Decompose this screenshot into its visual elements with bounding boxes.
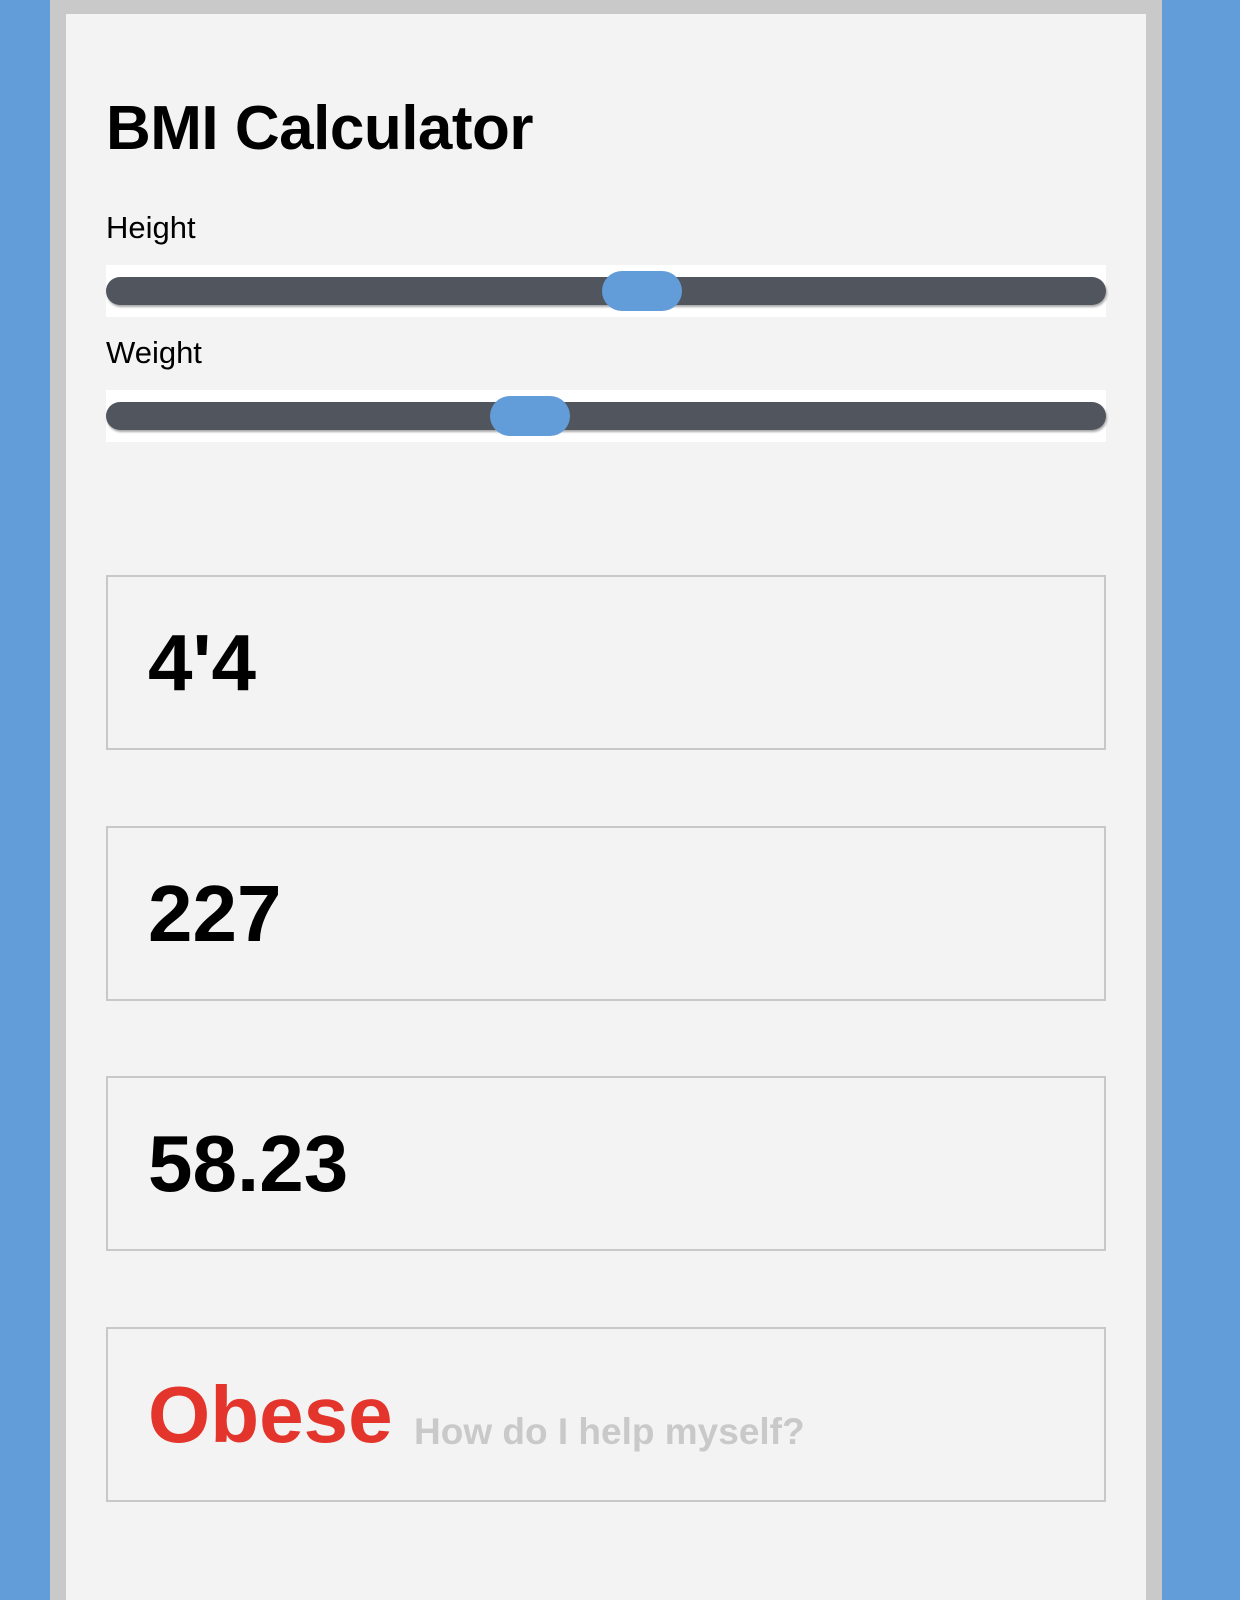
category-result-box: Obese How do I help myself?: [106, 1327, 1106, 1502]
weight-label: Weight: [106, 335, 202, 370]
weight-slider-thumb[interactable]: [490, 396, 570, 436]
weight-slider[interactable]: [106, 390, 1106, 442]
bmi-result-box: 58.23: [106, 1076, 1106, 1251]
bmi-value: 58.23: [148, 1119, 349, 1208]
height-slider[interactable]: [106, 265, 1106, 317]
weight-value: 227: [148, 869, 282, 958]
height-value: 4'4: [148, 618, 257, 707]
help-link[interactable]: How do I help myself?: [414, 1413, 805, 1450]
weight-result-box: 227: [106, 826, 1106, 1001]
weight-slider-track[interactable]: [106, 402, 1106, 430]
height-slider-thumb[interactable]: [602, 271, 682, 311]
bmi-category: Obese: [148, 1370, 393, 1459]
page-title: BMI Calculator: [106, 94, 534, 163]
height-result-box: 4'4: [106, 575, 1106, 750]
height-label: Height: [106, 210, 196, 245]
calculator-card: BMI Calculator Height Weight 4'4 227 58.…: [66, 14, 1146, 1600]
